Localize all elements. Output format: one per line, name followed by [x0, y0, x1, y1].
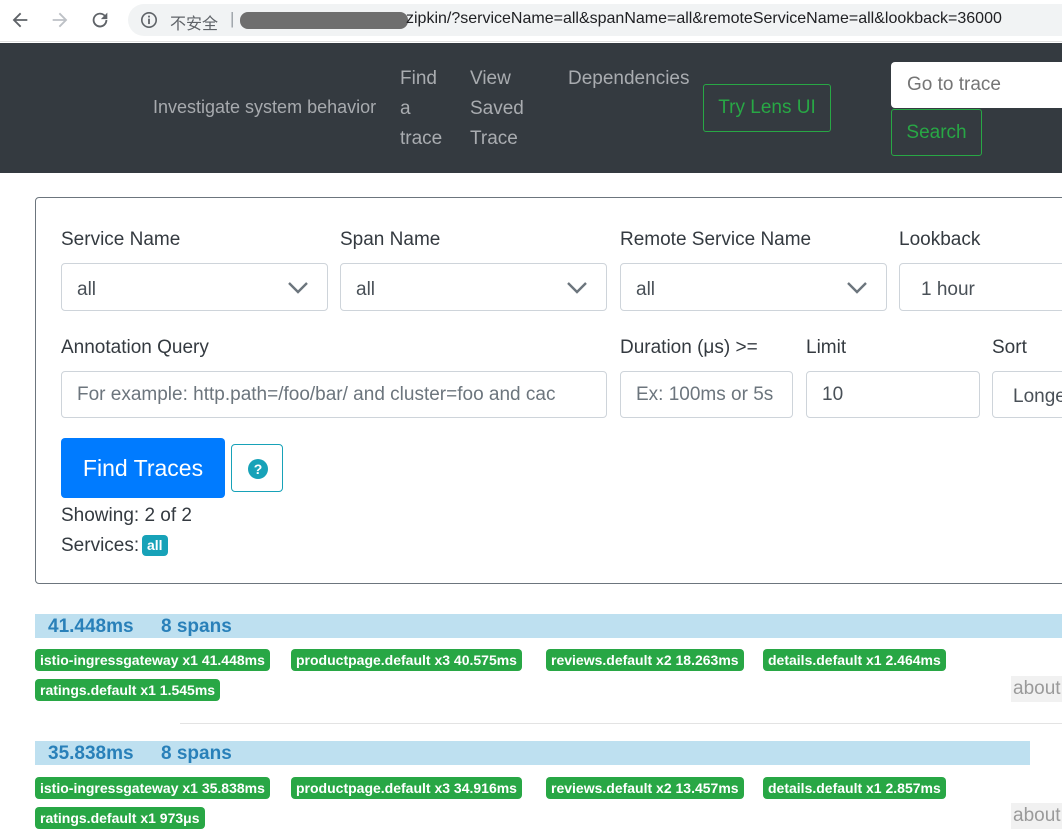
question-circle-icon: ? — [248, 459, 268, 479]
reload-icon[interactable] — [89, 9, 111, 31]
trace-duration: 35.838ms — [48, 743, 134, 764]
trace-duration-bar[interactable]: 35.838ms 8 spans — [35, 741, 1030, 765]
address-bar[interactable]: 不安全 | zipkin/?serviceName=all&spanName=a… — [128, 4, 1062, 36]
forward-arrow-icon[interactable] — [49, 9, 71, 31]
service-badge: details.default x1 2.464ms — [763, 649, 946, 671]
find-traces-button[interactable]: Find Traces — [61, 438, 225, 498]
trace-span-count: 8 spans — [161, 616, 232, 637]
trace-time-about: about — [1011, 803, 1062, 829]
services-badge[interactable]: all — [142, 535, 168, 556]
trace-duration-bar[interactable]: 41.448ms 8 spans — [35, 614, 1062, 638]
go-to-trace-input[interactable] — [891, 62, 1062, 108]
span-name-select[interactable]: all — [340, 263, 607, 311]
chevron-down-icon — [288, 282, 308, 294]
trace-time-about: about — [1011, 676, 1062, 702]
nav-view-saved-trace[interactable]: View Saved Trace — [470, 64, 524, 154]
lookback-select[interactable]: 1 hour — [899, 263, 1062, 311]
lookback-label: Lookback — [899, 229, 981, 250]
security-label: 不安全 — [170, 14, 219, 33]
chevron-down-icon — [847, 282, 867, 294]
service-name-label: Service Name — [61, 229, 181, 250]
tagline: Investigate system behavior — [153, 97, 377, 117]
browser-toolbar: 不安全 | zipkin/?serviceName=all&spanName=a… — [0, 0, 1062, 42]
url-text[interactable]: zipkin/?serviceName=all&spanName=all&rem… — [406, 10, 1002, 28]
try-lens-ui-button[interactable]: Try Lens UI — [703, 84, 831, 132]
annotation-query-label: Annotation Query — [61, 337, 209, 358]
nav-find-trace[interactable]: Find a trace — [400, 64, 442, 154]
duration-label: Duration (μs) >= — [620, 337, 758, 358]
trace-span-count: 8 spans — [161, 743, 232, 764]
service-badge: ratings.default x1 1.545ms — [35, 679, 221, 701]
remote-service-label: Remote Service Name — [620, 229, 812, 250]
app-header: Investigate system behavior Find a trace V… — [0, 43, 1062, 173]
redacted-host — [240, 12, 408, 29]
info-icon[interactable] — [140, 11, 158, 29]
nav-dependencies[interactable]: Dependencies — [568, 64, 689, 94]
service-badge: ratings.default x1 973μs — [35, 807, 205, 829]
service-badge: productpage.default x3 40.575ms — [291, 649, 522, 671]
url-separator: | — [230, 9, 235, 28]
back-arrow-icon[interactable] — [9, 9, 31, 31]
limit-input[interactable] — [806, 371, 980, 418]
help-button[interactable]: ? — [231, 444, 283, 492]
remote-service-select[interactable]: all — [620, 263, 887, 311]
service-badge: details.default x1 2.857ms — [763, 777, 946, 799]
chevron-down-icon — [567, 282, 587, 294]
duration-input[interactable] — [620, 371, 793, 418]
trace-divider — [180, 723, 1062, 724]
search-button[interactable]: Search — [891, 109, 982, 156]
services-label: Services: — [61, 535, 140, 556]
span-name-label: Span Name — [340, 229, 441, 250]
service-badge: reviews.default x2 18.263ms — [546, 649, 744, 671]
service-badge: istio-ingressgateway x1 35.838ms — [35, 777, 270, 799]
service-name-select[interactable]: all — [61, 263, 328, 311]
trace-duration: 41.448ms — [48, 616, 134, 637]
sort-select[interactable]: Longe — [992, 371, 1062, 418]
limit-label: Limit — [806, 337, 847, 358]
service-badge: reviews.default x2 13.457ms — [546, 777, 744, 799]
showing-count: Showing: 2 of 2 — [61, 505, 192, 526]
service-badge: productpage.default x3 34.916ms — [291, 777, 522, 799]
annotation-query-input[interactable] — [61, 371, 607, 418]
service-badge: istio-ingressgateway x1 41.448ms — [35, 649, 270, 671]
sort-label: Sort — [992, 337, 1027, 358]
